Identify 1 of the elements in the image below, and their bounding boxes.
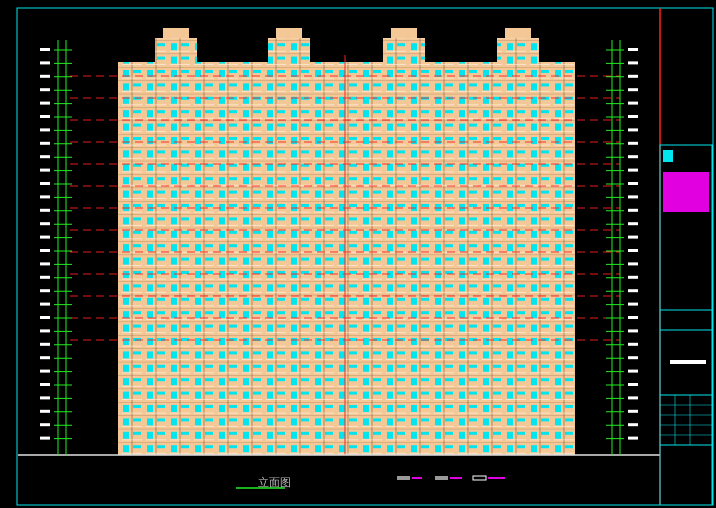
drawing-title: 立面图 [258,476,291,489]
